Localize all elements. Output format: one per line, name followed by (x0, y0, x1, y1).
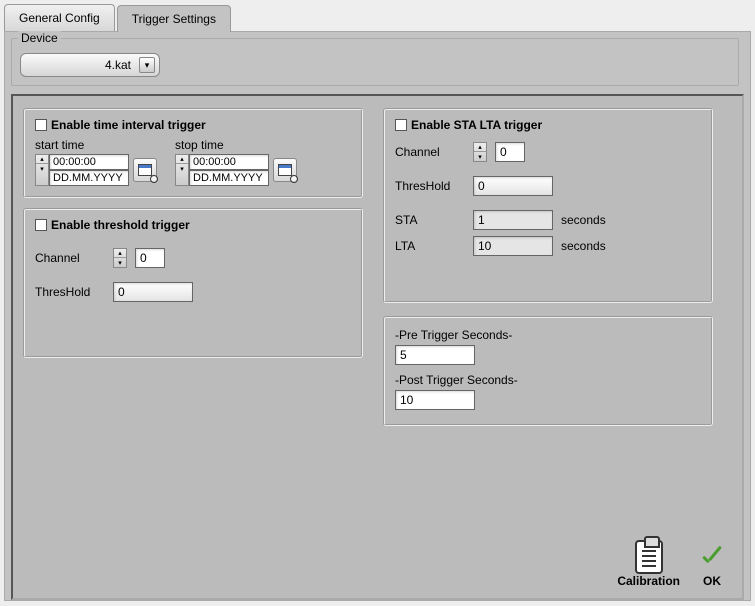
tab-general-label: General Config (19, 11, 100, 25)
calendar-icon (278, 164, 292, 176)
main-area: Enable time interval trigger start time … (11, 94, 744, 600)
title-sta-lta: Enable STA LTA trigger (411, 118, 542, 132)
start-time-label: start time (35, 138, 157, 152)
sta-channel-field[interactable]: 0 (495, 142, 525, 162)
sta-thres-field[interactable]: 0 (473, 176, 553, 196)
device-label: Device (18, 31, 61, 45)
pre-trigger-label: -Pre Trigger Seconds- (395, 328, 701, 342)
stop-calendar-button[interactable] (273, 158, 297, 182)
ok-label: OK (703, 574, 721, 588)
start-date-field[interactable]: DD.MM.YYYY (49, 170, 129, 186)
stop-time-label: stop time (175, 138, 297, 152)
device-dropdown[interactable]: 4.kat ▾ (20, 53, 160, 77)
clipboard-icon (635, 540, 663, 574)
start-time-spinner[interactable]: ▴▾ (35, 154, 49, 186)
lta-field[interactable]: 10 (473, 236, 553, 256)
panel-sta-lta: Enable STA LTA trigger Channel ▴▾ 0 Thre… (383, 108, 713, 303)
checkbox-time-interval[interactable] (35, 119, 47, 131)
calibration-label: Calibration (617, 574, 680, 588)
checkbox-sta-lta[interactable] (395, 119, 407, 131)
post-trigger-label: -Post Trigger Seconds- (395, 373, 701, 387)
stop-time-field[interactable]: 00:00:00 (189, 154, 269, 170)
page-content: Device 4.kat ▾ Enable time interval trig… (4, 31, 751, 601)
pre-trigger-field[interactable]: 5 (395, 345, 475, 365)
start-calendar-button[interactable] (133, 158, 157, 182)
chevron-down-icon[interactable]: ▾ (139, 57, 155, 73)
tab-bar: General Config Trigger Settings (0, 0, 755, 31)
panel-time-interval: Enable time interval trigger start time … (23, 108, 363, 198)
panel-pre-post: -Pre Trigger Seconds- 5 -Post Trigger Se… (383, 316, 713, 426)
device-selected: 4.kat (105, 58, 131, 72)
check-icon (698, 546, 726, 574)
tab-trigger-label: Trigger Settings (132, 12, 216, 26)
start-time-field[interactable]: 00:00:00 (49, 154, 129, 170)
sta-channel-label: Channel (395, 145, 465, 159)
threshold-thres-label: ThresHold (35, 285, 105, 299)
magnifier-icon (150, 175, 158, 183)
post-trigger-field[interactable]: 10 (395, 390, 475, 410)
sta-seconds-label: seconds (561, 213, 606, 227)
device-group: Device 4.kat ▾ (11, 38, 739, 86)
lta-seconds-label: seconds (561, 239, 606, 253)
footer-buttons: Calibration OK (617, 540, 726, 588)
sta-label: STA (395, 213, 465, 227)
ok-button[interactable]: OK (698, 546, 726, 588)
title-threshold: Enable threshold trigger (51, 218, 190, 232)
title-time-interval: Enable time interval trigger (51, 118, 206, 132)
threshold-channel-label: Channel (35, 251, 105, 265)
threshold-channel-field[interactable]: 0 (135, 248, 165, 268)
threshold-channel-spinner[interactable]: ▴▾ (113, 248, 127, 268)
sta-channel-spinner[interactable]: ▴▾ (473, 142, 487, 162)
tab-general-config[interactable]: General Config (4, 4, 115, 31)
checkbox-threshold[interactable] (35, 219, 47, 231)
stop-time-spinner[interactable]: ▴▾ (175, 154, 189, 186)
panel-threshold: Enable threshold trigger Channel ▴▾ 0 Th… (23, 208, 363, 358)
magnifier-icon (290, 175, 298, 183)
sta-field[interactable]: 1 (473, 210, 553, 230)
tab-trigger-settings[interactable]: Trigger Settings (117, 5, 231, 32)
threshold-thres-field[interactable]: 0 (113, 282, 193, 302)
stop-date-field[interactable]: DD.MM.YYYY (189, 170, 269, 186)
calendar-icon (138, 164, 152, 176)
sta-thres-label: ThresHold (395, 179, 465, 193)
calibration-button[interactable]: Calibration (617, 540, 680, 588)
lta-label: LTA (395, 239, 465, 253)
